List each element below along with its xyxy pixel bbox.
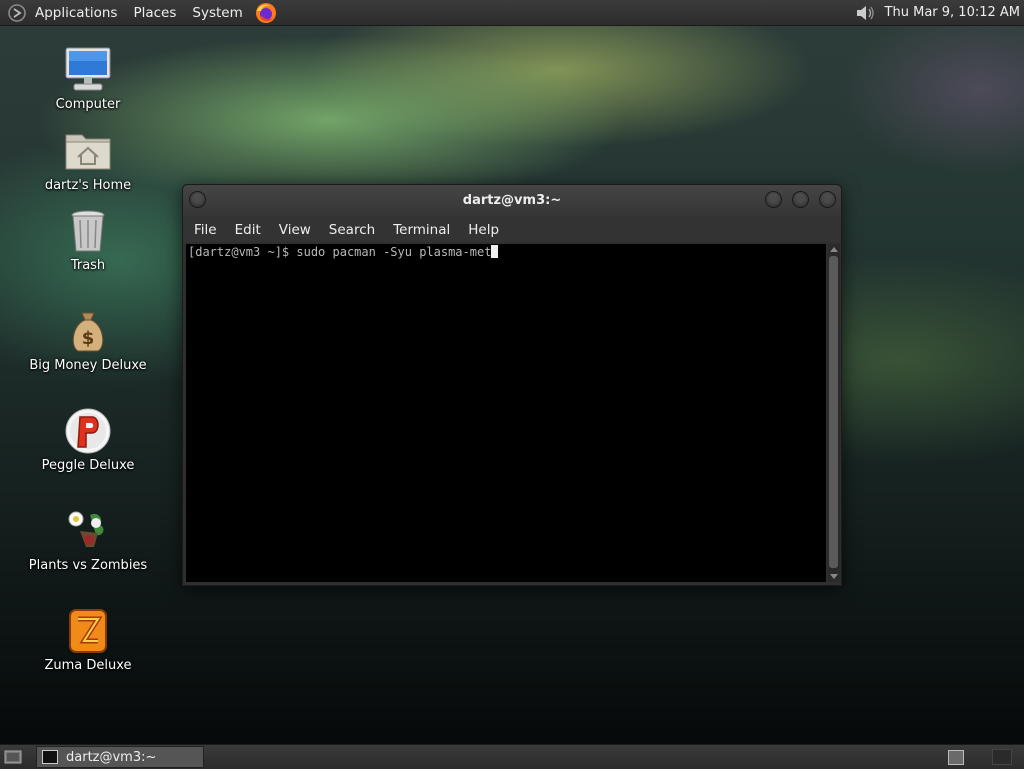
- desktop-icon-peggle[interactable]: Peggle Deluxe: [28, 407, 148, 473]
- text-cursor: [491, 245, 499, 258]
- system-menu[interactable]: System: [184, 5, 250, 21]
- trash-icon: [71, 210, 105, 252]
- places-menu[interactable]: Places: [125, 5, 184, 21]
- menu-view[interactable]: View: [270, 222, 320, 238]
- menu-edit[interactable]: Edit: [226, 222, 270, 238]
- minimize-button[interactable]: [765, 191, 782, 208]
- home-folder-icon: [65, 134, 111, 170]
- bottom-panel: dartz@vm3:~: [0, 744, 1024, 769]
- desktop-icon-big-money[interactable]: $ Big Money Deluxe: [28, 307, 148, 373]
- desktop-icon-label: Plants vs Zombies: [28, 558, 148, 573]
- menu-search[interactable]: Search: [320, 222, 384, 238]
- firefox-icon[interactable]: [255, 2, 277, 24]
- clock[interactable]: Thu Mar 9, 10:12 AM: [885, 5, 1020, 20]
- scroll-down-arrow-icon[interactable]: [830, 574, 838, 579]
- peggle-icon: [65, 408, 111, 454]
- plants-icon: [68, 511, 104, 547]
- window-titlebar[interactable]: dartz@vm3:~: [183, 185, 841, 217]
- desktop-icon-home[interactable]: dartz's Home: [28, 127, 148, 193]
- desktop-icon-trash[interactable]: Trash: [28, 207, 148, 273]
- taskbar-label: dartz@vm3:~: [66, 749, 157, 765]
- desktop-icon-label: Trash: [70, 258, 106, 273]
- show-desktop-icon[interactable]: [4, 749, 22, 765]
- terminal-scrollbar[interactable]: [828, 244, 840, 582]
- close-button[interactable]: [819, 191, 836, 208]
- top-panel: Applications Places System Thu Mar 9, 10…: [0, 0, 1024, 26]
- menu-terminal[interactable]: Terminal: [384, 222, 459, 238]
- applications-menu[interactable]: Applications: [33, 5, 125, 21]
- scrollbar-thumb[interactable]: [829, 256, 838, 568]
- desktop-icon-label: dartz's Home: [44, 178, 132, 193]
- desktop-icon-label: Big Money Deluxe: [29, 358, 147, 373]
- command-text: [dartz@vm3 ~]$ sudo pacman -Syu plasma-m…: [188, 245, 492, 259]
- svg-text:$: $: [82, 328, 95, 349]
- taskbar-terminal-button[interactable]: dartz@vm3:~: [36, 746, 204, 768]
- workspace-switcher-2[interactable]: [992, 749, 1012, 765]
- menu-file[interactable]: File: [185, 222, 226, 238]
- gnome-foot-icon[interactable]: [7, 3, 27, 23]
- scroll-up-arrow-icon[interactable]: [830, 247, 838, 252]
- terminal-output[interactable]: [dartz@vm3 ~]$ sudo pacman -Syu plasma-m…: [186, 244, 826, 582]
- money-bag-icon: $: [72, 312, 104, 352]
- desktop-icon-label: Computer: [55, 97, 121, 112]
- zuma-icon: [69, 609, 107, 653]
- workspace-switcher-1[interactable]: [948, 749, 964, 765]
- computer-icon: [65, 47, 111, 91]
- terminal-menubar: File Edit View Search Terminal Help: [183, 217, 841, 242]
- maximize-button[interactable]: [792, 191, 809, 208]
- desktop-icon-label: Peggle Deluxe: [41, 458, 135, 473]
- desktop-icon-computer[interactable]: Computer: [28, 46, 148, 112]
- menu-help[interactable]: Help: [459, 222, 508, 238]
- desktop-icon-label: Zuma Deluxe: [44, 658, 132, 673]
- terminal-line: [dartz@vm3 ~]$ sudo pacman -Syu plasma-m…: [188, 245, 499, 259]
- terminal-icon: [42, 750, 58, 764]
- volume-icon[interactable]: [855, 4, 877, 22]
- desktop-icon-plants-vs-zombies[interactable]: Plants vs Zombies: [28, 507, 148, 573]
- terminal-window[interactable]: dartz@vm3:~ File Edit View Search Termin…: [182, 184, 842, 586]
- desktop-icon-zuma[interactable]: Zuma Deluxe: [28, 607, 148, 673]
- window-title: dartz@vm3:~: [462, 193, 562, 208]
- panel-tray: Thu Mar 9, 10:12 AM: [855, 4, 1024, 22]
